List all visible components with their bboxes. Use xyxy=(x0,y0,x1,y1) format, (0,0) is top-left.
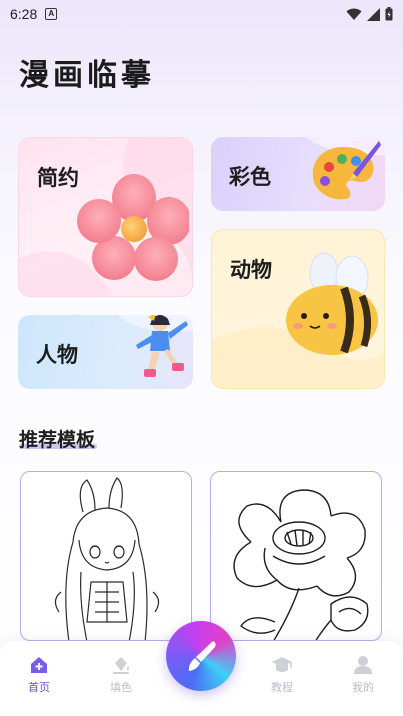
flower-lineart-image xyxy=(233,489,369,640)
person-icon xyxy=(354,656,372,674)
category-label-people: 人物 xyxy=(36,343,78,367)
status-time: 6:28 xyxy=(10,6,38,22)
bee-icon xyxy=(286,252,378,355)
app-title: 漫画临摹 xyxy=(19,58,155,93)
graduation-cap-icon xyxy=(272,657,292,672)
home-icon xyxy=(31,657,47,673)
status-icons xyxy=(346,7,393,21)
nav-label-tutorial: 教程 xyxy=(271,681,293,694)
template-card-flower[interactable] xyxy=(210,471,382,641)
create-drawing-button[interactable] xyxy=(166,621,236,691)
section-title-recommended: 推荐模板 xyxy=(19,429,96,451)
brush-icon xyxy=(188,641,216,671)
category-label-color: 彩色 xyxy=(229,165,271,189)
anime-girl-lineart-image xyxy=(54,477,160,640)
nav-item-profile[interactable]: 我的 xyxy=(333,655,393,695)
nav-item-tutorial[interactable]: 教程 xyxy=(252,655,312,695)
battery-icon xyxy=(385,7,393,21)
palette-icon xyxy=(312,141,381,200)
nav-item-home[interactable]: 首页 xyxy=(9,655,69,695)
category-label-animal: 动物 xyxy=(230,258,272,282)
notification-badge-icon: A xyxy=(45,8,58,20)
signal-icon xyxy=(367,7,380,21)
category-card-people[interactable]: 人物 xyxy=(18,315,193,389)
nav-item-coloring[interactable]: 填色 xyxy=(91,655,151,695)
category-label-simple: 简约 xyxy=(37,166,79,190)
category-card-animal[interactable]: 动物 xyxy=(211,229,385,389)
category-card-simple[interactable]: 简约 xyxy=(18,137,193,297)
nav-label-coloring: 填色 xyxy=(110,681,132,694)
paint-bucket-icon xyxy=(113,657,129,674)
wifi-icon xyxy=(346,8,362,20)
nav-label-home: 首页 xyxy=(28,681,50,694)
status-bar: 6:28 A xyxy=(0,0,403,28)
flower-icon xyxy=(77,174,189,281)
category-card-color[interactable]: 彩色 xyxy=(211,137,385,211)
nav-label-profile: 我的 xyxy=(352,681,374,694)
girl-figure-icon xyxy=(136,315,188,377)
template-card-anime-girl[interactable] xyxy=(20,471,192,641)
